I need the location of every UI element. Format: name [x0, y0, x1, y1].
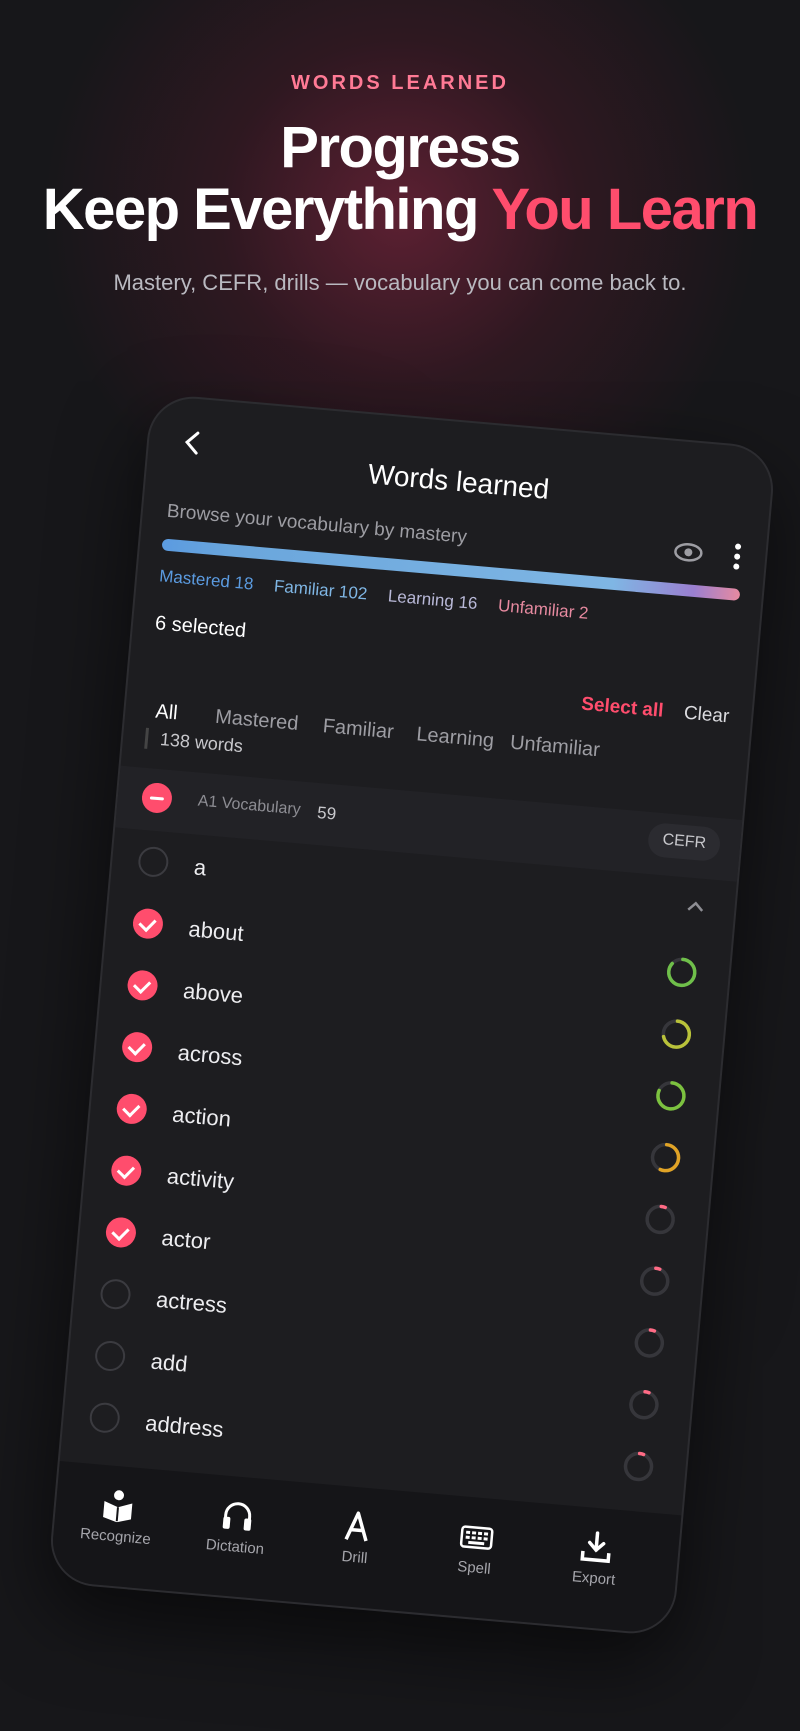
legend-mastered[interactable]: Mastered 18 — [158, 566, 254, 593]
select-all-button[interactable]: Select all — [580, 694, 664, 723]
tab-unfamiliar[interactable]: Unfamiliar — [509, 732, 601, 763]
nav-label-spell: Spell — [456, 1558, 492, 1578]
mastery-ring-icon — [656, 1081, 686, 1111]
nav-label-export: Export — [571, 1568, 616, 1589]
more-options-icon[interactable] — [732, 542, 742, 571]
tab-all[interactable]: All — [154, 701, 179, 726]
phone-mockup: Words learned Browse your vocabulary by … — [47, 392, 777, 1638]
unchecked-checkbox[interactable] — [137, 845, 170, 879]
word-label: address — [144, 1410, 225, 1443]
nav-drill[interactable]: Drill — [304, 1505, 409, 1570]
unchecked-checkbox[interactable] — [99, 1277, 132, 1311]
checked-checkbox[interactable] — [126, 969, 159, 1002]
checked-checkbox[interactable] — [120, 1030, 154, 1064]
checked-checkbox[interactable] — [131, 907, 165, 940]
checked-checkbox[interactable] — [115, 1092, 148, 1126]
cefr-badge[interactable]: CEFR — [647, 822, 722, 863]
headphones-icon — [222, 1502, 252, 1531]
tab-learning[interactable]: Learning — [415, 723, 495, 753]
mastery-ring-icon — [666, 957, 697, 988]
word-label: across — [176, 1039, 244, 1071]
word-label: actress — [155, 1286, 228, 1318]
section-count: 59 — [316, 803, 337, 824]
hero-subtitle: Mastery, CEFR, drills — vocabulary you c… — [113, 270, 687, 295]
mastery-ring-icon — [623, 1451, 654, 1482]
book-reader-icon — [103, 1490, 133, 1523]
chevron-up-icon[interactable] — [686, 900, 705, 914]
hero: WORDS LEARNED Progress Keep Everything Y… — [0, 72, 800, 299]
legend-familiar[interactable]: Familiar 102 — [273, 576, 368, 603]
nav-label-recognize: Recognize — [79, 1525, 152, 1549]
word-label: about — [187, 916, 245, 946]
section-name: A1 Vocabulary — [197, 792, 302, 819]
word-label: activity — [165, 1163, 236, 1195]
tab-mastered[interactable]: Mastered — [214, 706, 299, 736]
eyebrow: WORDS LEARNED — [291, 72, 509, 94]
headline-accent: You Learn — [491, 177, 758, 242]
mastery-ring-icon — [629, 1389, 659, 1420]
mastery-ring-icon — [645, 1204, 675, 1235]
mastery-ring-icon — [634, 1328, 665, 1358]
filter-tabs: Select all Clear All Mastered Familiar L… — [125, 648, 753, 774]
checked-checkbox[interactable] — [110, 1154, 143, 1187]
unchecked-checkbox[interactable] — [88, 1401, 121, 1435]
word-label: a — [192, 854, 208, 881]
nav-label-dictation: Dictation — [205, 1536, 265, 1559]
word-label: above — [182, 978, 245, 1009]
word-count: 138 words — [144, 727, 244, 758]
nav-dictation[interactable]: Dictation — [184, 1494, 289, 1559]
checked-checkbox[interactable] — [104, 1216, 138, 1249]
mastery-ring-icon — [639, 1266, 670, 1296]
word-label: actor — [160, 1225, 212, 1255]
legend-learning[interactable]: Learning 16 — [387, 586, 478, 613]
tab-familiar[interactable]: Familiar — [322, 715, 395, 744]
legend-unfamiliar[interactable]: Unfamiliar 2 — [497, 596, 589, 623]
nav-label-drill: Drill — [340, 1547, 369, 1568]
clear-button[interactable]: Clear — [683, 703, 730, 729]
unchecked-checkbox[interactable] — [93, 1339, 127, 1373]
keyboard-icon — [459, 1525, 494, 1550]
nav-recognize[interactable]: Recognize — [65, 1484, 170, 1549]
eye-icon[interactable] — [673, 541, 705, 564]
mastery-ring-icon — [650, 1142, 681, 1173]
word-label: action — [171, 1101, 233, 1132]
headline: Progress Keep Everything You Learn — [0, 117, 800, 241]
mastery-ring-fill — [666, 957, 697, 988]
download-icon — [580, 1531, 611, 1564]
headline-line-1: Progress — [280, 115, 521, 180]
selected-count: 6 selected — [154, 612, 247, 643]
headline-line-2: Keep Everything You Learn — [0, 179, 800, 241]
nav-export[interactable]: Export — [543, 1526, 648, 1591]
word-label: add — [149, 1348, 189, 1377]
letter-a-icon — [344, 1511, 368, 1542]
nav-spell[interactable]: Spell — [423, 1515, 528, 1580]
headline-line-2-text: Keep Everything — [42, 177, 492, 242]
section-deselect-button[interactable] — [140, 781, 174, 815]
mastery-ring-icon — [661, 1019, 692, 1049]
